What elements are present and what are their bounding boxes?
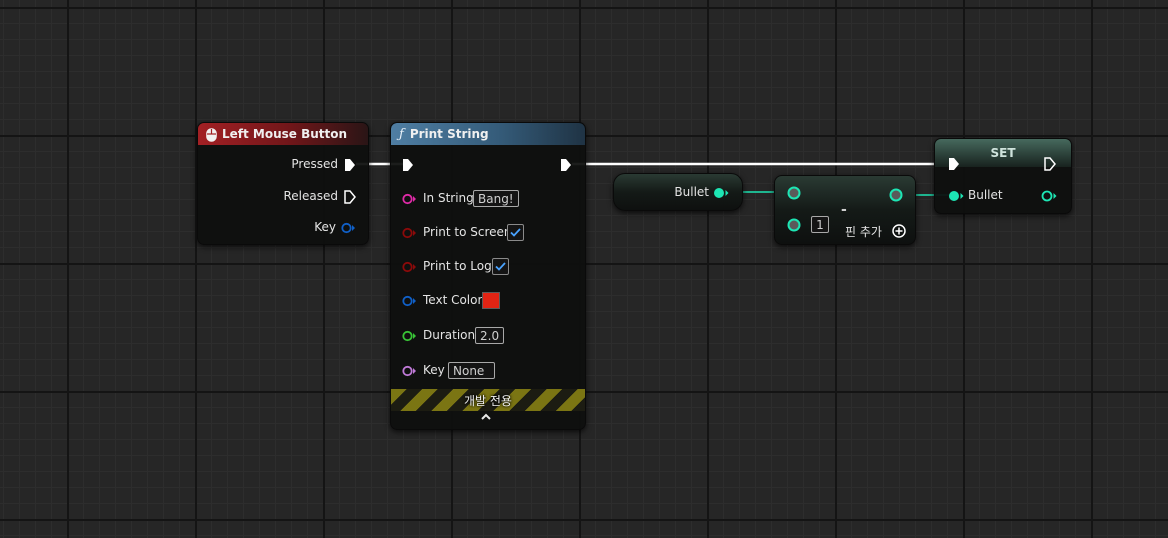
set-bullet-output-pin[interactable] xyxy=(1041,190,1057,202)
bullet-getter-output-pin[interactable] xyxy=(713,187,729,199)
subtract-node[interactable]: - 1 핀 추가 xyxy=(774,175,916,245)
print-to-screen-checkbox[interactable] xyxy=(507,224,524,241)
checkmark-icon xyxy=(510,228,521,237)
set-node[interactable]: SET Bullet xyxy=(934,138,1072,214)
print-to-screen-pin[interactable] xyxy=(402,227,416,239)
in-string-pin[interactable] xyxy=(402,193,416,205)
exec-input-pin[interactable] xyxy=(402,158,414,172)
text-color-label: Text Color xyxy=(423,293,483,307)
key-pin[interactable] xyxy=(402,365,416,377)
pressed-exec-pin[interactable] xyxy=(344,158,356,172)
in-string-input[interactable]: Bang! xyxy=(473,190,519,207)
print-to-log-pin[interactable] xyxy=(402,261,416,273)
print-to-log-checkbox[interactable] xyxy=(492,258,509,275)
key-label: Key xyxy=(314,220,336,234)
set-title: SET xyxy=(990,146,1016,160)
key-input[interactable]: None xyxy=(448,362,495,379)
key-input-label: Key xyxy=(423,363,445,377)
plus-circle-icon[interactable] xyxy=(892,224,906,238)
subtract-input-b-pin[interactable] xyxy=(787,218,801,232)
function-icon: ƒ xyxy=(399,127,404,142)
print-to-log-label: Print to Log xyxy=(423,259,492,273)
key-output-pin[interactable] xyxy=(341,222,355,234)
print-string-header[interactable]: ƒ Print String xyxy=(391,123,585,145)
in-string-label: In String xyxy=(423,191,474,205)
set-bullet-label: Bullet xyxy=(968,188,1003,202)
left-mouse-button-title: Left Mouse Button xyxy=(222,127,348,141)
subtract-input-b-value[interactable]: 1 xyxy=(811,216,829,233)
bullet-getter-node[interactable]: Bullet xyxy=(613,173,743,211)
set-bullet-input-pin[interactable] xyxy=(948,190,964,202)
pressed-label: Pressed xyxy=(291,157,338,171)
subtract-output-pin[interactable] xyxy=(889,188,903,202)
duration-label: Duration xyxy=(423,328,476,342)
mouse-icon xyxy=(206,127,217,142)
chevron-up-icon[interactable] xyxy=(479,411,493,421)
set-exec-output-pin[interactable] xyxy=(1044,157,1056,171)
set-exec-input-pin[interactable] xyxy=(948,157,960,171)
print-string-title: Print String xyxy=(409,127,489,141)
duration-pin[interactable] xyxy=(402,330,416,342)
print-string-node[interactable]: ƒ Print String In String Bang! Print to S… xyxy=(390,122,586,430)
duration-input[interactable]: 2.0 xyxy=(475,327,505,344)
left-mouse-button-header[interactable]: Left Mouse Button xyxy=(198,123,368,145)
bullet-getter-label: Bullet xyxy=(674,185,709,199)
exec-output-pin[interactable] xyxy=(560,158,572,172)
left-mouse-button-node[interactable]: Left Mouse Button Pressed Released Key xyxy=(197,122,369,245)
released-label: Released xyxy=(283,189,338,203)
text-color-pin[interactable] xyxy=(402,295,416,307)
subtract-input-a-pin[interactable] xyxy=(787,186,801,200)
blueprint-graph[interactable]: Left Mouse Button Pressed Released Key ƒ… xyxy=(0,0,1168,538)
development-only-label: 개발 전용 xyxy=(464,394,512,408)
checkmark-icon xyxy=(495,262,506,271)
text-color-swatch[interactable] xyxy=(482,292,500,309)
released-exec-pin[interactable] xyxy=(344,190,356,204)
add-pin-label[interactable]: 핀 추가 xyxy=(845,223,882,240)
print-to-screen-label: Print to Screen xyxy=(423,225,512,239)
subtract-operator-label: - xyxy=(841,202,847,218)
